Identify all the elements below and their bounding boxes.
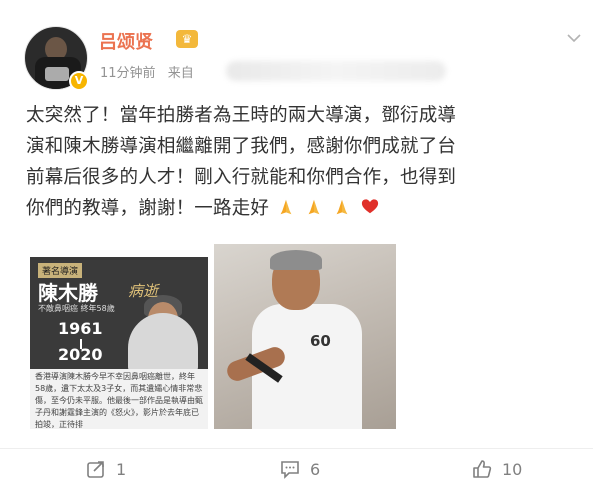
post-text-line-last: 你們的教導，謝謝！一路走好 — [26, 193, 571, 224]
post-source-label: 来自 — [167, 66, 194, 81]
chevron-down-icon[interactable] — [566, 30, 582, 46]
member-crown-icon[interactable]: ♛ — [176, 30, 198, 48]
post-text-line: 太突然了！當年拍勝者為王時的兩大導演，鄧衍成導 — [26, 105, 457, 126]
image2-hair — [270, 250, 322, 270]
image-year-start: 1961 — [58, 319, 103, 338]
like-button[interactable]: 10 — [472, 459, 522, 479]
heart-emoji-icon — [362, 199, 379, 214]
post-text-line: 前幕后很多的人才！剛入行就能和你們合作，也得到 — [26, 167, 457, 188]
verified-badge-icon: V — [69, 71, 89, 91]
image-name: 陳木勝 — [38, 281, 98, 305]
post-meta: 11分钟前 来自 — [100, 62, 194, 81]
image-died: 病逝 — [128, 282, 159, 300]
pray-emoji-icon — [336, 199, 348, 215]
post-text-line: 你們的教導，謝謝！一路走好 — [26, 198, 270, 219]
share-icon — [87, 461, 104, 478]
image-caption: 香港導演陳木勝今早不幸因鼻咽癌離世，終年58歲，遺下太太及3子女，而其遺孀心情非… — [30, 369, 208, 429]
pray-emoji-icon — [308, 199, 320, 215]
like-count: 10 — [502, 459, 523, 479]
post-text-line: 演和陳木勝導演相繼離開了我們，感謝你們成就了台 — [26, 136, 457, 157]
action-bar: 1 6 10 — [0, 448, 593, 493]
post-text: 太突然了！當年拍勝者為王時的兩大導演，鄧衍成導 演和陳木勝導演相繼離開了我們，感… — [26, 100, 571, 224]
image-tag: 著名導演 — [38, 263, 83, 278]
comment-button[interactable]: 6 — [280, 459, 320, 479]
share-button[interactable]: 1 — [86, 459, 126, 479]
blurred-source — [226, 61, 446, 81]
pray-emoji-icon — [280, 199, 292, 215]
image-subtitle: 不敵鼻咽癌 終年58歲 — [38, 304, 115, 313]
image2-shirt-number: 60 — [310, 332, 331, 350]
username[interactable]: 吕颂贤 — [99, 28, 153, 54]
thumbs-up-icon — [473, 460, 492, 478]
image-year-end: 2020 — [58, 345, 103, 364]
comment-icon — [281, 461, 299, 479]
comment-count: 6 — [310, 459, 321, 479]
post-time[interactable]: 11分钟前 — [100, 66, 156, 81]
post-image-1[interactable]: 著名導演 陳木勝 病逝 不敵鼻咽癌 終年58歲 1961 2020 香港導演陳木… — [30, 257, 208, 429]
share-count: 1 — [116, 459, 127, 479]
post-image-2[interactable]: 60 — [214, 244, 396, 429]
avatar-shirt-print — [45, 67, 69, 81]
image-person-body — [128, 313, 198, 373]
